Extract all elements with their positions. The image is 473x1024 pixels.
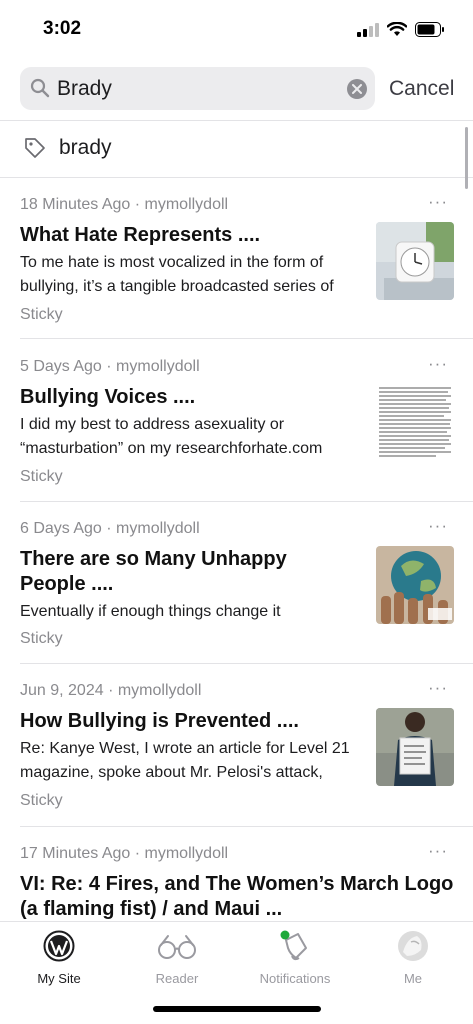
tag-icon xyxy=(25,138,45,158)
post-card[interactable]: 18 Minutes Ago · mymollydoll ··· What Ha… xyxy=(0,178,473,338)
post-excerpt-line: “masturbation” on my researchforhate.com xyxy=(20,440,323,457)
glasses-icon xyxy=(158,935,196,959)
tab-label: Reader xyxy=(155,971,199,986)
post-title[interactable]: What Hate Represents .... xyxy=(20,223,260,248)
avatar xyxy=(398,931,428,961)
post-card[interactable]: 5 Days Ago · mymollydoll ··· Bullying Vo… xyxy=(0,340,473,502)
post-card[interactable]: 17 Minutes Ago · mymollydoll ··· VI: Re:… xyxy=(0,827,473,921)
tag-suggestion-row[interactable]: brady xyxy=(0,121,473,177)
tab-me[interactable]: Me xyxy=(354,930,472,986)
post-meta: 17 Minutes Ago · mymollydoll xyxy=(20,845,229,862)
post-excerpt-line: Eventually if enough things change it xyxy=(20,603,281,620)
more-options-icon[interactable]: ··· xyxy=(428,354,448,374)
status-icons xyxy=(357,22,445,37)
divider xyxy=(20,338,473,339)
tab-label: Me xyxy=(403,971,423,986)
post-excerpt-line: bullying, it’s a tangible broadcasted se… xyxy=(20,278,334,295)
more-options-icon[interactable]: ··· xyxy=(428,516,448,536)
post-card[interactable]: 6 Days Ago · mymollydoll ··· There are s… xyxy=(0,502,473,664)
battery-icon xyxy=(415,22,444,37)
sticky-label: Sticky xyxy=(20,792,63,809)
status-bar: 3:02 xyxy=(0,0,473,60)
sticky-label: Sticky xyxy=(20,306,63,323)
sticky-label: Sticky xyxy=(20,630,63,647)
post-title[interactable]: People .... xyxy=(20,572,113,597)
post-title[interactable]: (a flaming fist) / and Maui ... xyxy=(20,897,282,921)
post-excerpt-line: To me hate is most vocalized in the form… xyxy=(20,254,324,271)
post-card[interactable]: Jun 9, 2024 · mymollydoll ··· How Bullyi… xyxy=(0,664,473,826)
post-title[interactable]: Bullying Voices .... xyxy=(20,385,195,410)
post-thumbnail[interactable] xyxy=(376,384,454,462)
search-input[interactable]: Brady xyxy=(57,77,112,101)
notification-dot xyxy=(280,930,290,940)
wordpress-icon xyxy=(43,930,75,962)
tab-notifications[interactable]: Notifications xyxy=(236,930,354,986)
post-meta: 5 Days Ago · mymollydoll xyxy=(20,358,200,375)
tab-my-site[interactable]: My Site xyxy=(0,930,118,986)
search-header: Brady Cancel xyxy=(0,60,473,120)
status-time: 3:02 xyxy=(43,18,82,39)
post-thumbnail[interactable] xyxy=(376,708,454,786)
more-options-icon[interactable]: ··· xyxy=(428,192,448,212)
tab-label: Notifications xyxy=(259,971,331,986)
tag-suggestion-label: brady xyxy=(59,136,112,159)
wifi-icon xyxy=(387,22,407,36)
clear-search-icon[interactable] xyxy=(347,79,367,99)
post-thumbnail[interactable] xyxy=(376,222,454,300)
post-excerpt-line: magazine, spoke about Mr. Pelosi's attac… xyxy=(20,764,323,781)
post-excerpt-line: Re: Kanye West, I wrote an article for L… xyxy=(20,740,350,757)
post-thumbnail[interactable] xyxy=(376,546,454,624)
post-excerpt-line: I did my best to address asexuality or xyxy=(20,416,285,433)
home-indicator[interactable] xyxy=(153,1006,321,1012)
tab-reader[interactable]: Reader xyxy=(118,930,236,986)
cancel-button[interactable]: Cancel xyxy=(389,77,454,101)
post-title[interactable]: There are so Many Unhappy xyxy=(20,547,287,572)
post-meta: Jun 9, 2024 · mymollydoll xyxy=(20,682,202,699)
signal-icon xyxy=(357,22,379,37)
tab-label: My Site xyxy=(37,971,81,986)
post-meta: 18 Minutes Ago · mymollydoll xyxy=(20,196,229,213)
bell-icon xyxy=(280,930,307,961)
post-title[interactable]: How Bullying is Prevented .... xyxy=(20,709,299,734)
more-options-icon[interactable]: ··· xyxy=(428,678,448,698)
more-options-icon[interactable]: ··· xyxy=(428,841,448,861)
sticky-label: Sticky xyxy=(20,468,63,485)
search-field[interactable]: Brady xyxy=(20,67,375,110)
search-icon xyxy=(30,78,50,98)
post-title[interactable]: VI: Re: 4 Fires, and The Women’s March L… xyxy=(20,872,453,897)
post-meta: 6 Days Ago · mymollydoll xyxy=(20,520,200,537)
